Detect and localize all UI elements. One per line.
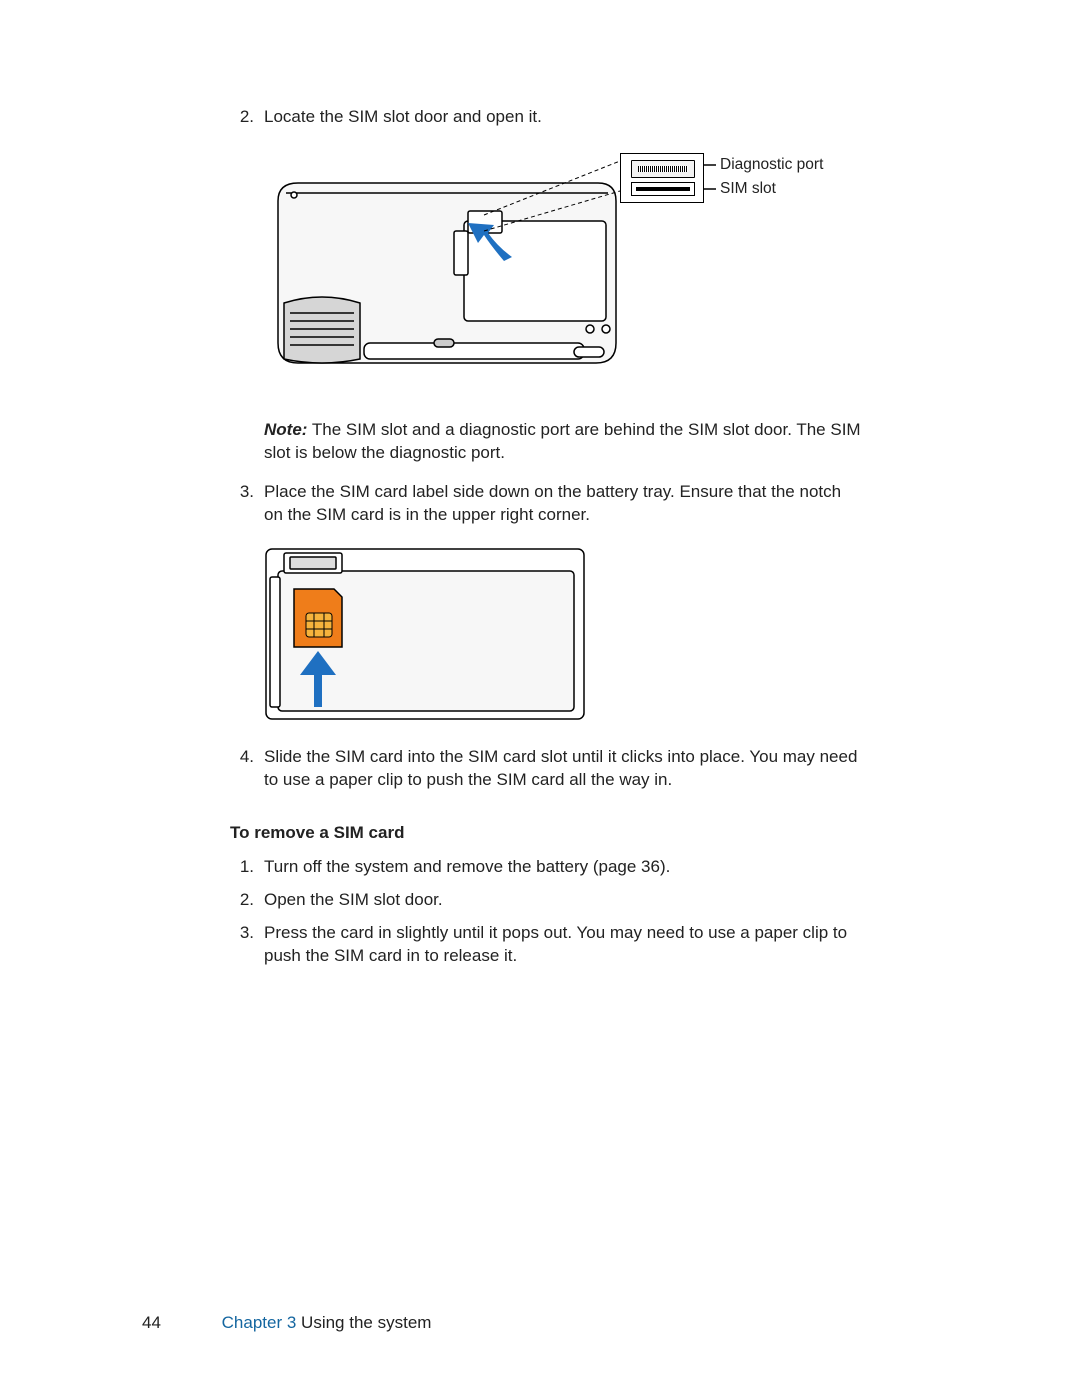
step-text: Slide the SIM card into the SIM card slo…: [264, 746, 862, 792]
diagnostic-port-icon: [631, 160, 695, 178]
figure-sim-slot-location: Diagnostic port SIM slot: [230, 153, 862, 405]
note-text: The SIM slot and a diagnostic port are b…: [264, 420, 861, 462]
chapter-title: Using the system: [296, 1313, 431, 1332]
chapter-label: Chapter 3: [222, 1313, 297, 1332]
label-diagnostic-port: Diagnostic port: [720, 155, 823, 176]
heading-remove-sim: To remove a SIM card: [230, 822, 862, 845]
remove-step-1: 1. Turn off the system and remove the ba…: [230, 856, 862, 879]
page-content: 2. Locate the SIM slot door and open it.: [230, 106, 862, 978]
diagram-tablet-back: [264, 153, 622, 379]
step-2: 2. Locate the SIM slot door and open it.: [230, 106, 862, 129]
step-number: 3.: [230, 922, 264, 968]
step-text: Locate the SIM slot door and open it.: [264, 106, 862, 129]
step-number: 4.: [230, 746, 264, 792]
diagram-sim-insert: [264, 547, 586, 721]
step-number: 2.: [230, 889, 264, 912]
step-number: 3.: [230, 481, 264, 527]
note-block: Note: The SIM slot and a diagnostic port…: [230, 419, 862, 465]
note-label: Note:: [264, 420, 307, 439]
remove-step-3: 3. Press the card in slightly until it p…: [230, 922, 862, 968]
label-sim-slot: SIM slot: [720, 179, 776, 200]
step-text: Press the card in slightly until it pops…: [264, 922, 862, 968]
document-page: 2. Locate the SIM slot door and open it.: [0, 0, 1080, 1397]
step-4: 4. Slide the SIM card into the SIM card …: [230, 746, 862, 792]
sim-slot-icon: [631, 182, 695, 196]
step-text: Place the SIM card label side down on th…: [264, 481, 862, 527]
callout-magnified-ports: [620, 153, 704, 203]
page-footer: 44 Chapter 3 Using the system: [142, 1312, 431, 1335]
step-number: 2.: [230, 106, 264, 129]
remove-step-2: 2. Open the SIM slot door.: [230, 889, 862, 912]
step-number: 1.: [230, 856, 264, 879]
step-text: Open the SIM slot door.: [264, 889, 862, 912]
step-text: Turn off the system and remove the batte…: [264, 856, 862, 879]
figure-sim-insert: [230, 547, 862, 728]
step-3: 3. Place the SIM card label side down on…: [230, 481, 862, 527]
page-number: 44: [142, 1313, 161, 1332]
